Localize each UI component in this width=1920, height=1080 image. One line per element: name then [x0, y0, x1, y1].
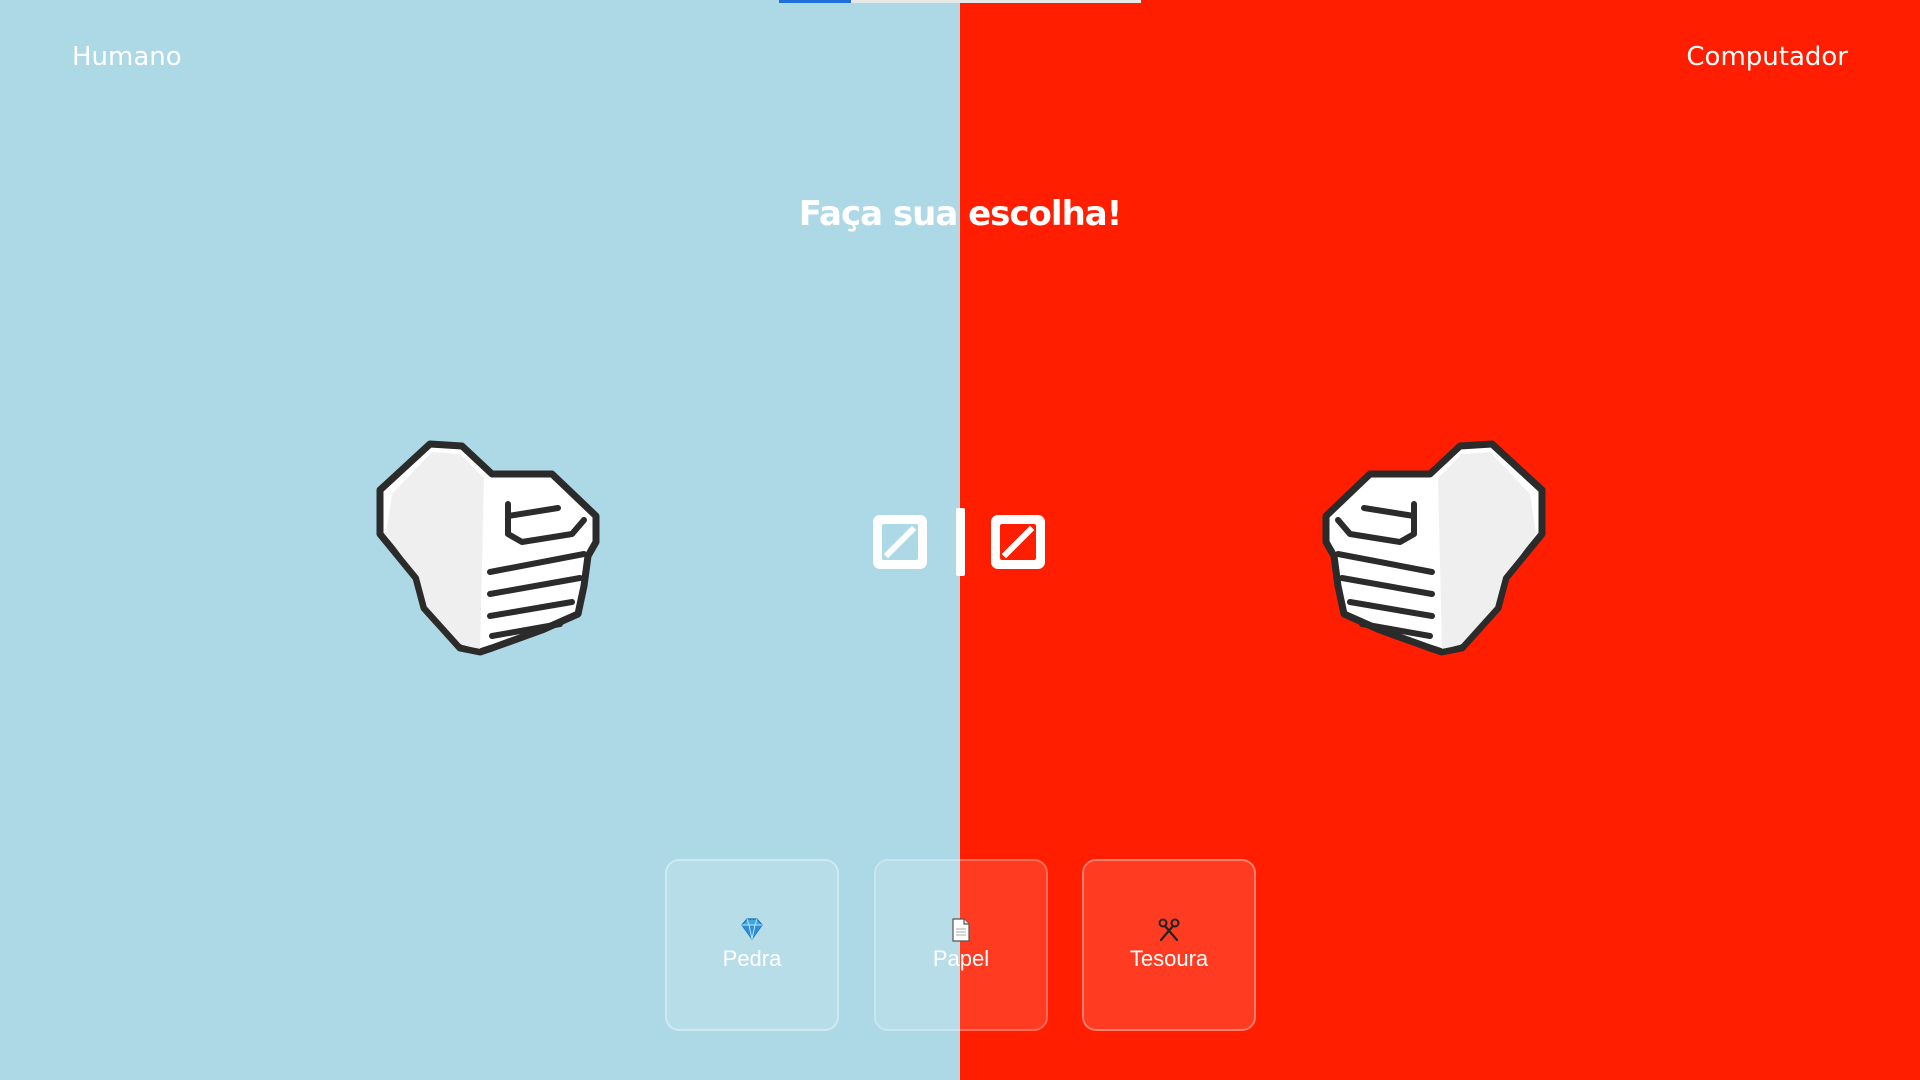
scissors-choice-button[interactable]: Tesoura: [1082, 859, 1256, 1031]
human-fist-icon: [376, 440, 600, 656]
computer-player-label: Computador: [1686, 42, 1848, 72]
rock-choice-button[interactable]: Pedra: [665, 859, 839, 1031]
paper-choice-label: Papel: [932, 946, 990, 971]
rock-choice-label: Pedra: [722, 946, 782, 971]
round-progress-fill: [779, 0, 852, 3]
scissors-icon: [1157, 918, 1181, 944]
paper-choice-button[interactable]: Papel: [874, 859, 1048, 1031]
gem-icon: [740, 918, 764, 944]
zero-digit-icon: [1000, 524, 1036, 560]
zero-digit-icon: [882, 524, 918, 560]
page-icon: [951, 918, 971, 944]
computer-fist-icon: [1322, 440, 1546, 656]
computer-score: 0: [991, 515, 1045, 569]
choice-prompt: Faça sua escolha!: [798, 194, 1122, 234]
score-divider: [956, 508, 965, 576]
human-player-label: Humano: [72, 42, 182, 72]
scissors-choice-label: Tesoura: [1129, 946, 1209, 971]
human-score: 0: [873, 515, 927, 569]
round-progress-bar: [779, 0, 1141, 3]
